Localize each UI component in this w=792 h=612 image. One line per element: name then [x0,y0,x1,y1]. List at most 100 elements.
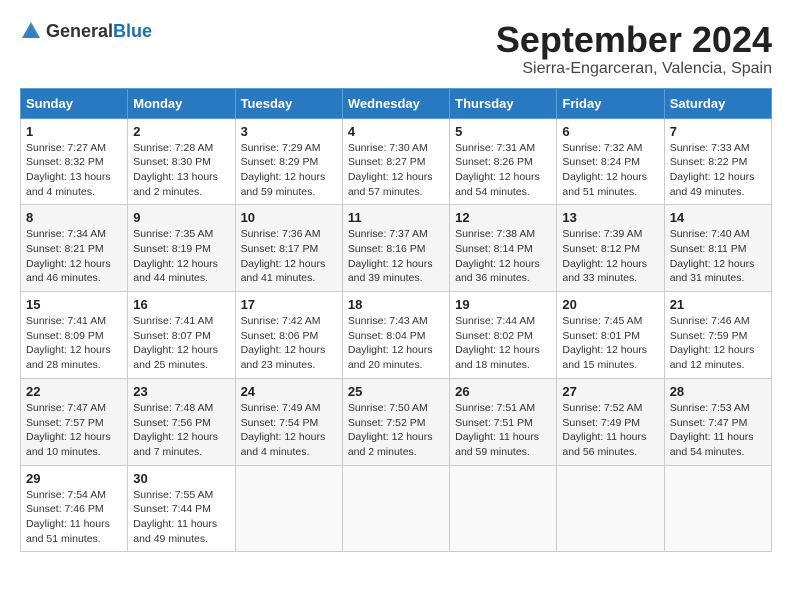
day-number: 7 [670,124,766,139]
table-row: 2Sunrise: 7:28 AMSunset: 8:30 PMDaylight… [128,118,235,205]
sunset-label: Sunset: 8:30 PM [133,156,211,168]
sunset-label: Sunset: 7:47 PM [670,417,748,429]
day-info: Sunrise: 7:43 AMSunset: 8:04 PMDaylight:… [348,314,444,373]
day-info: Sunrise: 7:46 AM Sunset: 7:59 PM Daylight:… [670,314,766,373]
day-number: 15 [26,297,122,312]
sunset-label: Sunset: 8:21 PM [26,243,104,255]
daylight-label: Daylight: 12 hours and 54 minutes. [455,171,540,198]
day-info: Sunrise: 7:33 AMSunset: 8:22 PMDaylight:… [670,141,766,200]
sunset-label: Sunset: 7:54 PM [241,417,319,429]
daylight-label: Daylight: 12 hours and 2 minutes. [348,431,433,458]
sunset-label: Sunset: 7:59 PM [670,330,748,342]
sunrise-label: Sunrise: 7:48 AM [133,402,213,414]
sunrise-label: Sunrise: 7:41 AM [26,315,106,327]
sunset-label: Sunset: 7:46 PM [26,503,104,515]
sunrise-label: Sunrise: 7:51 AM [455,402,535,414]
table-row: 28Sunrise: 7:53 AMSunset: 7:47 PMDayligh… [664,378,771,465]
day-number: 17 [241,297,337,312]
table-row: 22Sunrise: 7:47 AMSunset: 7:57 PMDayligh… [21,378,128,465]
sunset-label: Sunset: 8:24 PM [562,156,640,168]
day-info: Sunrise: 7:51 AM Sunset: 7:51 PM Daylight:… [455,401,551,460]
table-row: 18 Sunrise: 7:43 AMSunset: 8:04 PMDayligh… [342,292,449,379]
sunset-label: Sunset: 8:22 PM [670,156,748,168]
table-row: 14Sunrise: 7:40 AMSunset: 8:11 PMDayligh… [664,205,771,292]
day-number: 4 [348,124,444,139]
day-number: 3 [241,124,337,139]
sunset-label: Sunset: 8:06 PM [241,330,319,342]
calendar-row: 15 Sunrise: 7:41 AM Sunset: 8:09 PM Dayligh… [21,292,772,379]
daylight-label: Daylight: 12 hours and 28 minutes. [26,344,111,371]
sunrise-label: Sunrise: 7:34 AM [26,228,106,240]
logo: GeneralBlue [20,20,152,42]
day-info: Sunrise: 7:49 AM Sunset: 7:54 PM Daylight:… [241,401,337,460]
sunrise-label: Sunrise: 7:46 AM [670,315,750,327]
sunset-label: Sunset: 8:26 PM [455,156,533,168]
day-number: 23 [133,384,229,399]
daylight-label: Daylight: 12 hours and 41 minutes. [241,258,326,285]
day-number: 18 [348,297,444,312]
day-info: Sunrise: 7:47 AMSunset: 7:57 PMDaylight:… [26,401,122,460]
daylight-label: Daylight: 12 hours and 23 minutes. [241,344,326,371]
table-row: 5Sunrise: 7:31 AMSunset: 8:26 PMDaylight… [450,118,557,205]
sunset-label: Sunset: 8:02 PM [455,330,533,342]
daylight-label: Daylight: 12 hours and 4 minutes. [241,431,326,458]
daylight-label: Daylight: 12 hours and 20 minutes. [348,344,433,371]
table-row: 8Sunrise: 7:34 AMSunset: 8:21 PMDaylight… [21,205,128,292]
daylight-label: Daylight: 12 hours and 36 minutes. [455,258,540,285]
day-number: 19 [455,297,551,312]
daylight-label: Daylight: 11 hours and 59 minutes. [455,431,539,458]
sunset-label: Sunset: 7:56 PM [133,417,211,429]
daylight-label: Daylight: 12 hours and 10 minutes. [26,431,111,458]
daylight-label: Daylight: 12 hours and 44 minutes. [133,258,218,285]
sunset-label: Sunset: 7:51 PM [455,417,533,429]
day-number: 9 [133,210,229,225]
table-row: 15 Sunrise: 7:41 AM Sunset: 8:09 PM Dayligh… [21,292,128,379]
daylight-label: Daylight: 11 hours and 49 minutes. [133,518,217,545]
weekday-header-row: Sunday Monday Tuesday Wednesday Thursday… [21,88,772,118]
day-info: Sunrise: 7:41 AMSunset: 8:07 PMDaylight:… [133,314,229,373]
day-info: Sunrise: 7:54 AMSunset: 7:46 PMDaylight:… [26,488,122,547]
day-number: 11 [348,210,444,225]
header-tuesday: Tuesday [235,88,342,118]
day-info: Sunrise: 7:50 AM Sunset: 7:52 PM Daylight:… [348,401,444,460]
sunrise-label: Sunrise: 7:27 AM [26,142,106,154]
day-info: Sunrise: 7:48 AMSunset: 7:56 PMDaylight:… [133,401,229,460]
table-row: 4 Sunrise: 7:30 AMSunset: 8:27 PMDaylight… [342,118,449,205]
sunset-label: Sunset: 8:11 PM [670,243,747,255]
sunrise-label: Sunrise: 7:41 AM [133,315,213,327]
sunset-label: Sunset: 7:49 PM [562,417,640,429]
table-row [664,465,771,552]
table-row [235,465,342,552]
sunset-label: Sunset: 8:01 PM [562,330,640,342]
day-info: Sunrise: 7:30 AMSunset: 8:27 PMDaylight:… [348,141,444,200]
sunrise-label: Sunrise: 7:49 AM [241,402,321,414]
sunrise-label: Sunrise: 7:36 AM [241,228,321,240]
day-info: Sunrise: 7:31 AM Sunset: 8:26 PM Daylight:… [455,141,551,200]
calendar-row: 22Sunrise: 7:47 AMSunset: 7:57 PMDayligh… [21,378,772,465]
page-header: GeneralBlue September 2024 Sierra-Engarc… [20,20,772,78]
daylight-label: Daylight: 12 hours and 12 minutes. [670,344,755,371]
day-number: 8 [26,210,122,225]
title-block: September 2024 Sierra-Engarceran, Valenc… [496,20,772,78]
daylight-label: Daylight: 12 hours and 51 minutes. [562,171,647,198]
day-info: Sunrise: 7:38 AMSunset: 8:14 PMDaylight:… [455,227,551,286]
day-info: Sunrise: 7:53 AMSunset: 7:47 PMDaylight:… [670,401,766,460]
sunrise-label: Sunrise: 7:50 AM [348,402,428,414]
sunset-label: Sunset: 8:09 PM [26,330,104,342]
sunrise-label: Sunrise: 7:55 AM [133,489,213,501]
day-info: Sunrise: 7:42 AMSunset: 8:06 PMDaylight:… [241,314,337,373]
table-row: 9Sunrise: 7:35 AMSunset: 8:19 PMDaylight… [128,205,235,292]
table-row: 29Sunrise: 7:54 AMSunset: 7:46 PMDayligh… [21,465,128,552]
sunset-label: Sunset: 7:52 PM [348,417,426,429]
sunset-label: Sunset: 8:04 PM [348,330,426,342]
calendar-row: 1Sunrise: 7:27 AMSunset: 8:32 PMDaylight… [21,118,772,205]
sunrise-label: Sunrise: 7:47 AM [26,402,106,414]
sunset-label: Sunset: 8:32 PM [26,156,104,168]
sunrise-label: Sunrise: 7:31 AM [455,142,535,154]
day-number: 10 [241,210,337,225]
sunset-label: Sunset: 8:12 PM [562,243,640,255]
day-info: Sunrise: 7:32 AMSunset: 8:24 PMDaylight:… [562,141,658,200]
daylight-label: Daylight: 12 hours and 57 minutes. [348,171,433,198]
table-row: 1Sunrise: 7:27 AMSunset: 8:32 PMDaylight… [21,118,128,205]
logo-general: General [46,21,113,41]
